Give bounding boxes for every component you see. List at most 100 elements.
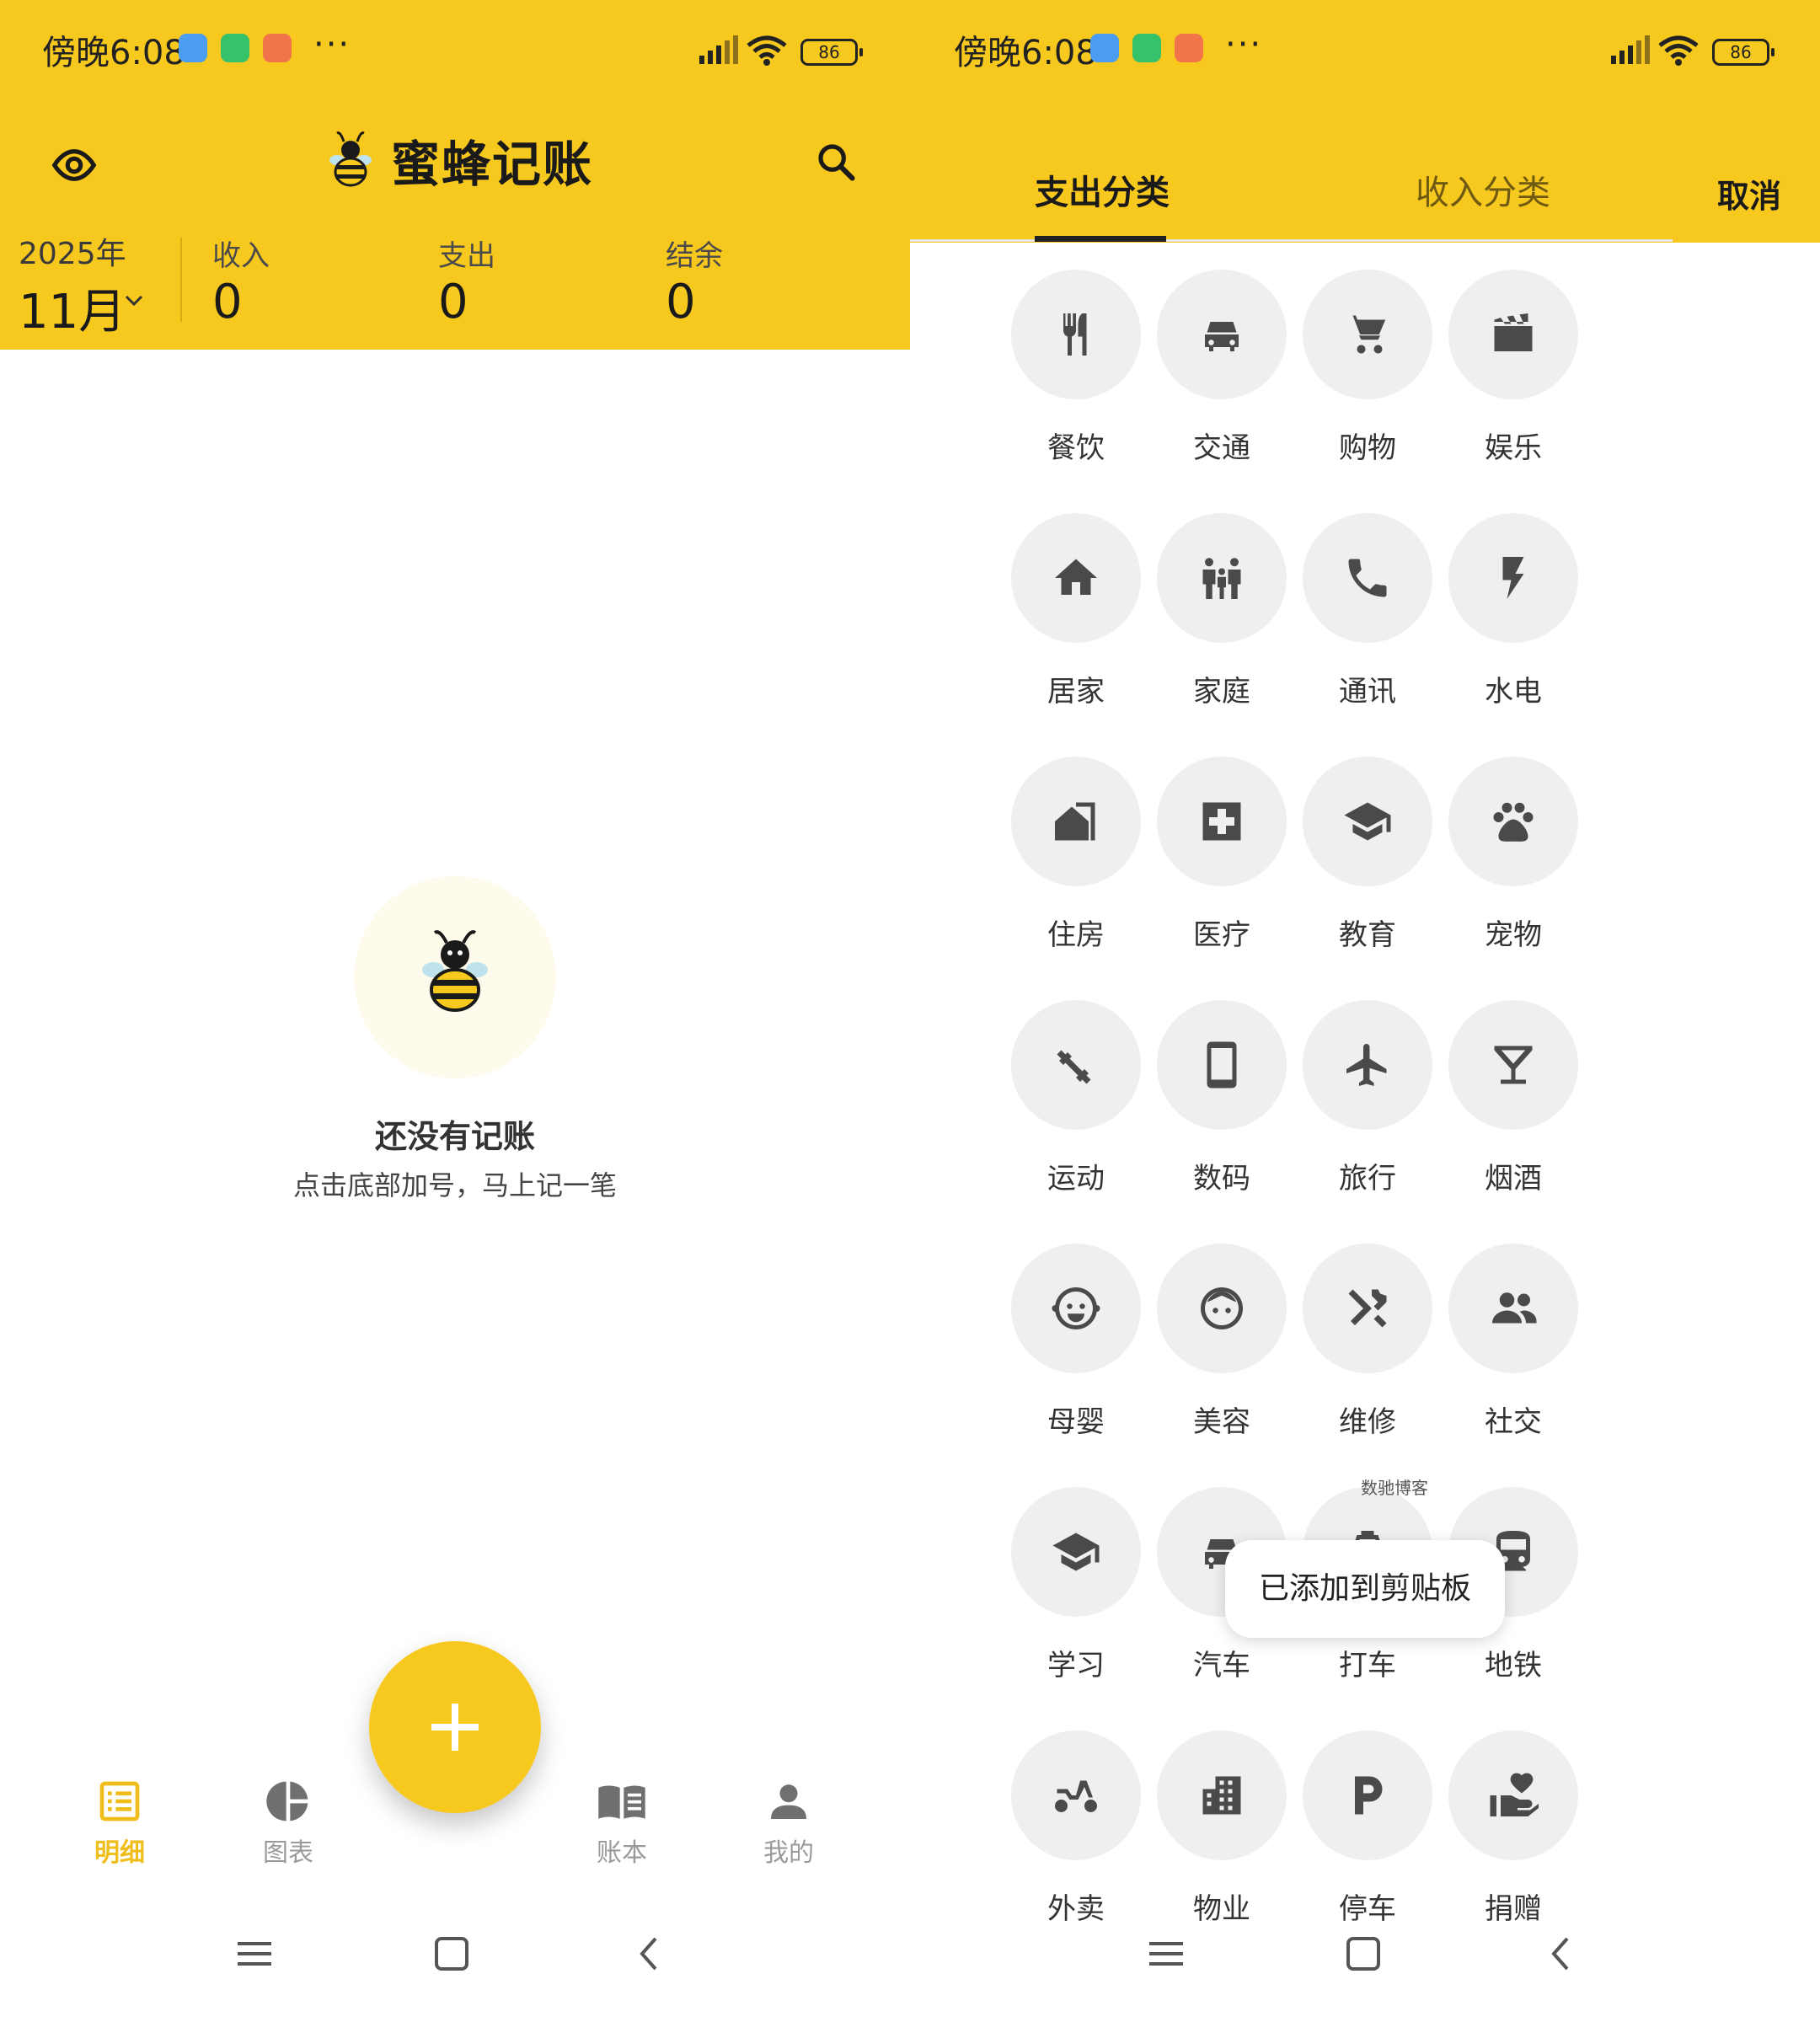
dumbbell-icon xyxy=(1057,1050,1091,1084)
status-time: 傍晚6:08 xyxy=(42,34,185,72)
category-item[interactable]: 娱乐 xyxy=(1429,270,1598,466)
building-icon xyxy=(1202,1776,1241,1815)
category-item[interactable]: 医疗 xyxy=(1138,757,1306,953)
category-item[interactable]: 旅行 xyxy=(1283,1000,1452,1196)
more-notifications-icon: ··· xyxy=(1225,25,1263,64)
category-item[interactable]: 维修 xyxy=(1283,1244,1452,1440)
nav-tab-details[interactable]: 明细 xyxy=(44,1778,195,1869)
scooter-icon xyxy=(1055,1780,1097,1812)
tab-expense-categories[interactable]: 支出分类 xyxy=(1035,165,1170,214)
category-label: 医疗 xyxy=(1193,918,1250,952)
category-icon-circle xyxy=(1157,270,1287,399)
category-label: 学习 xyxy=(1047,1649,1105,1682)
pie-chart-icon xyxy=(266,1781,308,1821)
category-item[interactable]: 宠物 xyxy=(1429,757,1598,953)
baby-face-icon xyxy=(1052,1287,1100,1329)
cancel-button[interactable]: 取消 xyxy=(1717,170,1781,217)
category-icon-circle xyxy=(1448,270,1578,399)
category-label: 娱乐 xyxy=(1485,431,1542,465)
income-value: 0 xyxy=(212,275,243,329)
category-item[interactable]: 住房 xyxy=(992,757,1160,953)
category-icon-circle xyxy=(1157,1000,1287,1130)
shield-notification-icon xyxy=(221,34,249,62)
category-item[interactable]: 运动 xyxy=(992,1000,1160,1196)
category-item[interactable]: 数码 xyxy=(1138,1000,1306,1196)
phone-icon xyxy=(1348,559,1387,597)
category-icon-circle xyxy=(1303,1730,1432,1860)
search-icon[interactable] xyxy=(814,140,858,184)
home-key-icon[interactable] xyxy=(1343,1934,1384,1974)
back-key-icon[interactable] xyxy=(1542,1934,1582,1974)
category-icon-circle xyxy=(1011,757,1141,886)
battery-indicator: 86 xyxy=(1712,39,1774,66)
bag-notification-icon xyxy=(263,34,292,62)
category-icon-circle xyxy=(1157,1730,1287,1860)
category-label: 住房 xyxy=(1047,918,1105,952)
app-title: 蜜蜂记账 xyxy=(391,136,594,193)
category-icon-circle xyxy=(1157,757,1287,886)
category-icon-circle xyxy=(1448,757,1578,886)
add-record-button[interactable] xyxy=(369,1641,541,1813)
tab-track xyxy=(910,239,1673,242)
watermark-text: 数驰博客 xyxy=(1361,1478,1428,1498)
category-item[interactable]: 烟酒 xyxy=(1429,1000,1598,1196)
category-item[interactable]: 母婴 xyxy=(992,1244,1160,1440)
wifi-icon xyxy=(747,35,787,66)
restaurant-icon xyxy=(1063,313,1087,356)
donate-icon xyxy=(1490,1773,1539,1816)
category-label: 社交 xyxy=(1485,1405,1542,1439)
menu-key-icon[interactable] xyxy=(234,1934,275,1974)
category-item[interactable]: 停车 xyxy=(1283,1730,1452,1927)
category-icon-circle xyxy=(1303,270,1432,399)
category-icon-circle xyxy=(1011,1244,1141,1373)
category-picker-screen: 傍晚6:08 ··· 86 支出分类 收入分类 取消 餐饮 交通 购物 娱乐 居家 家庭 通… xyxy=(910,0,1820,2022)
category-icon-circle xyxy=(1303,1000,1432,1130)
category-icon-circle xyxy=(1011,1000,1141,1130)
category-icon-circle xyxy=(1011,1487,1141,1617)
nav-tab-charts[interactable]: 图表 xyxy=(212,1778,364,1869)
house-building-icon xyxy=(1055,802,1095,841)
back-key-icon[interactable] xyxy=(630,1934,671,1974)
category-label: 居家 xyxy=(1047,675,1105,709)
category-item[interactable]: 通讯 xyxy=(1283,513,1452,709)
category-label: 捐赠 xyxy=(1485,1892,1542,1926)
category-item[interactable]: 美容 xyxy=(1138,1244,1306,1440)
nav-tab-ledger[interactable]: 账本 xyxy=(546,1778,698,1869)
ledger-home-screen: 傍晚6:08 ··· 86 蜜蜂记账 2025年 11月 收入 0 支出 0 结… xyxy=(0,0,910,2022)
category-label: 汽车 xyxy=(1193,1649,1250,1682)
category-item[interactable]: 外卖 xyxy=(992,1730,1160,1927)
app-notification-icon xyxy=(179,34,207,62)
category-icon-circle xyxy=(1011,513,1141,643)
category-item[interactable]: 学习 xyxy=(992,1487,1160,1683)
category-item[interactable]: 家庭 xyxy=(1138,513,1306,709)
category-label: 维修 xyxy=(1339,1405,1396,1439)
category-item[interactable]: 教育 xyxy=(1283,757,1452,953)
category-icon-circle xyxy=(1157,513,1287,643)
expense-value: 0 xyxy=(438,275,468,329)
graduation-cap-icon xyxy=(1344,802,1391,841)
home-icon xyxy=(1055,559,1097,595)
bag-notification-icon xyxy=(1175,34,1203,62)
category-item[interactable]: 餐饮 xyxy=(992,270,1160,466)
people-icon xyxy=(1492,1292,1537,1324)
category-item[interactable]: 交通 xyxy=(1138,270,1306,466)
category-item[interactable]: 社交 xyxy=(1429,1244,1598,1440)
home-key-icon[interactable] xyxy=(431,1934,472,1974)
category-icon-circle xyxy=(1303,513,1432,643)
tab-income-categories[interactable]: 收入分类 xyxy=(1416,165,1550,214)
menu-key-icon[interactable] xyxy=(1146,1934,1186,1974)
category-label: 宠物 xyxy=(1485,918,1542,952)
eye-icon[interactable] xyxy=(51,142,98,189)
category-item[interactable]: 物业 xyxy=(1138,1730,1306,1927)
bee-illustration-icon xyxy=(422,930,488,1012)
wifi-icon xyxy=(1658,35,1699,66)
category-label: 水电 xyxy=(1485,675,1542,709)
category-icon-circle xyxy=(1157,1244,1287,1373)
category-item[interactable]: 购物 xyxy=(1283,270,1452,466)
category-item[interactable]: 捐赠 xyxy=(1429,1730,1598,1927)
category-icon-circle xyxy=(1448,1000,1578,1130)
category-item[interactable]: 居家 xyxy=(992,513,1160,709)
nav-tab-profile[interactable]: 我的 xyxy=(713,1778,864,1869)
shield-notification-icon xyxy=(1132,34,1161,62)
category-item[interactable]: 水电 xyxy=(1429,513,1598,709)
